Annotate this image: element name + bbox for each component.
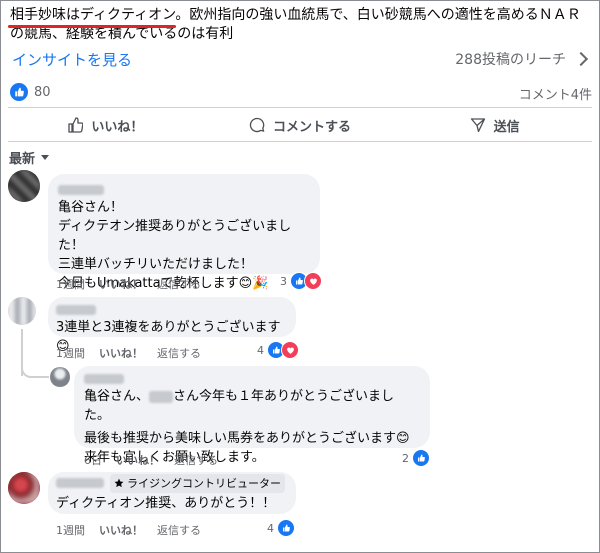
thumbs-up-icon xyxy=(412,449,430,467)
comment-time[interactable]: 1週間 xyxy=(56,522,85,538)
comment-meta: 1週間 いいね！ 返信する xyxy=(56,276,201,292)
comment-label: コメントする xyxy=(273,119,352,135)
post-actions: いいね！ コメントする 送信 xyxy=(8,112,592,138)
author-name[interactable] xyxy=(56,302,286,315)
thumbs-up-icon xyxy=(277,519,295,537)
reply-text-line: 亀谷さん、 さん今年も１年ありがとうございました。 xyxy=(84,387,420,425)
comment-reactions[interactable]: 4 xyxy=(257,341,299,359)
reply-bubble: 亀谷さん、 さん今年も１年ありがとうございました。 最後も推奨から美味しい馬券をあ… xyxy=(74,366,430,465)
comment-meta: 1週間 いいね！ 返信する xyxy=(56,522,201,538)
heart-icon xyxy=(281,341,299,359)
comment-like-button[interactable]: いいね！ xyxy=(99,345,143,361)
send-icon xyxy=(470,118,485,133)
mention-blurred xyxy=(149,390,174,403)
post-highlight: 相手妙味はディクティオン xyxy=(10,7,176,23)
author-name[interactable] xyxy=(56,478,104,488)
comment-reply-button[interactable]: 返信する xyxy=(157,522,201,538)
comment-bubble: ライジングコントリビューター ディクティオン推奨、ありがとう！！ xyxy=(48,472,296,514)
avatar[interactable] xyxy=(8,170,40,202)
comment-button[interactable]: コメントする xyxy=(203,112,398,138)
comment-reply-button[interactable]: 返信する xyxy=(157,276,201,292)
caret-down-icon xyxy=(41,155,50,160)
comment-reactions[interactable]: 3 xyxy=(280,272,322,290)
reply-reactions[interactable]: 2 xyxy=(402,449,430,467)
reply-meta: 6日 いいね！ 返信する xyxy=(84,452,218,468)
view-insights-link[interactable]: インサイトを見る xyxy=(12,49,132,70)
star-icon xyxy=(114,478,124,488)
send-button[interactable]: 送信 xyxy=(397,112,592,138)
comment-bubble: 亀谷さん！ ディクテオン推奨ありがとうございました！ 三連単バッチリいただけまし… xyxy=(48,174,320,291)
comment-bubble-icon xyxy=(249,117,265,133)
like-label: いいね！ xyxy=(91,119,144,135)
reaction-count: 2 xyxy=(402,451,409,465)
comments-count[interactable]: コメント4件 xyxy=(519,84,592,103)
chevron-right-icon xyxy=(573,51,589,67)
comment-text-line: ディクテオン推奨ありがとうございました！ xyxy=(58,219,292,253)
sort-dropdown[interactable]: 最新 xyxy=(9,148,50,167)
heart-icon xyxy=(304,272,322,290)
rising-contributor-badge: ライジングコントリビューター xyxy=(110,473,285,493)
comment-text-line: ディクティオン推奨、ありがとう！！ xyxy=(56,496,276,511)
reply-reply-button[interactable]: 返信する xyxy=(174,452,218,468)
reach-label: 288投稿のリーチ xyxy=(455,52,566,68)
comment-text-line: 亀谷さん！ xyxy=(58,200,124,215)
avatar[interactable] xyxy=(8,297,36,325)
reply-text-prefix: 亀谷さん、 xyxy=(84,389,150,404)
reaction-summary[interactable]: 80 xyxy=(10,83,51,101)
comment-bubble: 3連単と3連複をありがとうございます😊 xyxy=(48,297,296,354)
author-row: ライジングコントリビューター xyxy=(56,473,286,493)
badge-label: ライジングコントリビューター xyxy=(127,476,281,490)
send-label: 送信 xyxy=(493,119,520,135)
reaction-count: 4 xyxy=(257,343,264,357)
reply-text-line: 最後も推奨から美味しい馬券をありがとうございます😊 xyxy=(84,431,410,446)
divider xyxy=(8,141,592,142)
reaction-count: 3 xyxy=(280,274,287,288)
reply-time[interactable]: 6日 xyxy=(84,452,102,468)
sort-label: 最新 xyxy=(9,152,36,167)
thumbs-up-icon xyxy=(68,117,84,133)
comment-text-line: 三連単バッチリいただけました！ xyxy=(58,257,254,272)
author-name[interactable] xyxy=(84,371,420,384)
comment-time[interactable]: 1週間 xyxy=(56,276,85,292)
author-name[interactable] xyxy=(58,182,310,195)
thumbs-up-icon xyxy=(10,83,28,101)
reply-like-button[interactable]: いいね！ xyxy=(116,452,160,468)
comment-reply-button[interactable]: 返信する xyxy=(157,345,201,361)
divider xyxy=(8,107,592,108)
avatar[interactable] xyxy=(50,367,70,387)
reply-connector xyxy=(21,360,49,378)
comment-meta: 1週間 いいね！ 返信する xyxy=(56,345,201,361)
comment-time[interactable]: 1週間 xyxy=(56,345,85,361)
avatar[interactable] xyxy=(8,472,40,504)
like-button[interactable]: いいね！ xyxy=(8,112,203,138)
comment-like-button[interactable]: いいね！ xyxy=(99,522,143,538)
comment-reactions[interactable]: 4 xyxy=(267,519,295,537)
highlight-underline xyxy=(8,25,176,28)
comment-like-button[interactable]: いいね！ xyxy=(99,276,143,292)
reach-link[interactable]: 288投稿のリーチ xyxy=(455,49,589,69)
likes-count: 80 xyxy=(34,84,51,100)
reaction-count: 4 xyxy=(267,521,274,535)
